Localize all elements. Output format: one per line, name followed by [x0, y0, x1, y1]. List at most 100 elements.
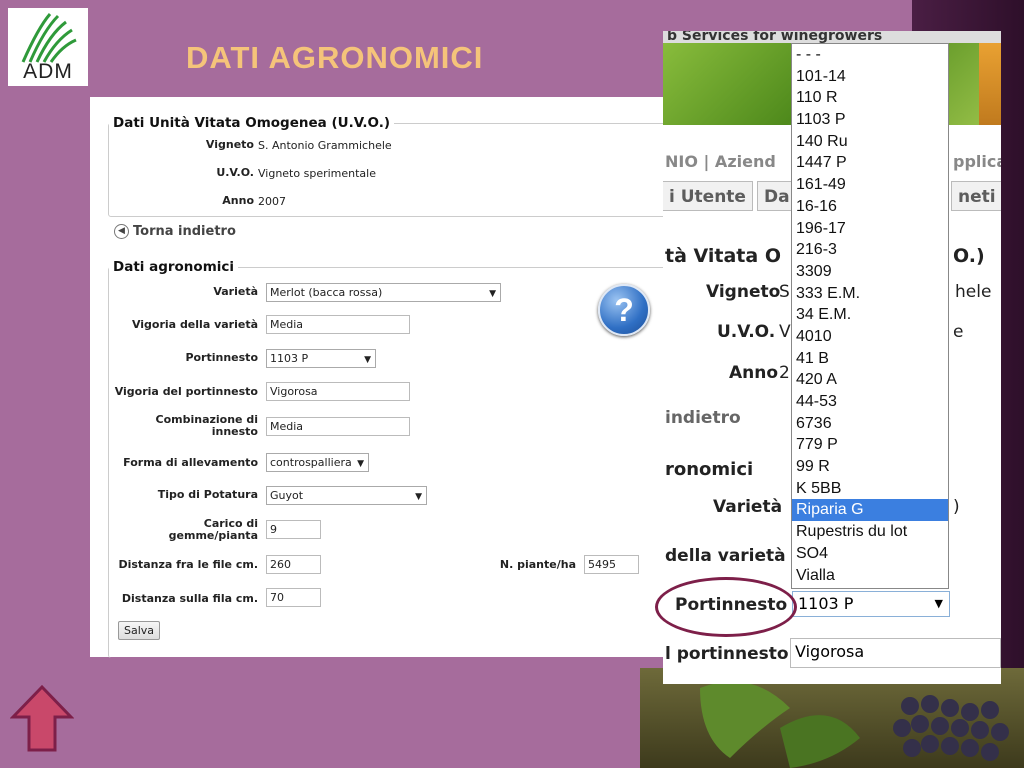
highlight-ellipse: [655, 577, 797, 637]
distanza-file-field[interactable]: 260: [266, 555, 321, 574]
vigoria-varieta-field[interactable]: Media: [266, 315, 410, 334]
dropdown-option[interactable]: 4010: [792, 326, 948, 348]
uvo-legend: Dati Unità Vitata Omogenea (U.V.O.): [113, 115, 391, 131]
tab-vigneti[interactable]: neti: [951, 181, 1001, 211]
vigoria-portinnesto-field[interactable]: Vigorosa: [266, 382, 410, 401]
zoom-varieta-value-right: ): [953, 497, 960, 517]
dropdown-option[interactable]: 34 E.M.: [792, 304, 948, 326]
vigneto-label: Vigneto: [205, 138, 254, 151]
zoom-heading-right: O.): [953, 245, 985, 267]
leaf-icon: [21, 13, 77, 63]
dropdown-option[interactable]: Riparia G: [792, 499, 948, 522]
zoom-vigoria-port-field[interactable]: Vigorosa: [790, 638, 1001, 668]
back-arrow-icon: ◀: [114, 224, 129, 239]
zoom-back-link[interactable]: indietro: [665, 408, 741, 428]
dropdown-option[interactable]: 420 A: [792, 369, 948, 391]
portinnesto-dropdown-list[interactable]: - - -101-14 110 R 1103 P 140 Ru 1447 P 161-49…: [791, 43, 949, 589]
help-icon[interactable]: ?: [598, 284, 650, 336]
zoom-portinnesto-select[interactable]: 1103 P ▼: [792, 591, 950, 617]
adm-logo: ADM: [8, 8, 88, 86]
dropdown-option[interactable]: 101-14: [792, 66, 948, 88]
potatura-select[interactable]: Guyot ▼: [266, 486, 427, 505]
nav-bar: NIO | Aziend: [665, 152, 776, 171]
dropdown-option[interactable]: SO4: [792, 543, 948, 565]
piante-label: N. piante/ha: [499, 558, 576, 571]
varieta-select-value: Merlot (bacca rossa): [270, 286, 383, 299]
combinazione-field[interactable]: Media: [266, 417, 410, 436]
chevron-down-icon: ▼: [489, 289, 496, 299]
dropdown-option[interactable]: 779 P: [792, 434, 948, 456]
portinnesto-select-value: 1103 P: [270, 352, 309, 365]
potatura-label: Tipo di Potatura: [157, 488, 258, 501]
uvo-value: Vigneto sperimentale: [258, 167, 376, 180]
back-link[interactable]: ◀ Torna indietro: [114, 224, 236, 239]
piante-field[interactable]: 5495: [584, 555, 639, 574]
banner-text: b Services for winegrowers: [663, 31, 1001, 43]
zoom-varieta-label: Varietà: [713, 497, 783, 517]
nav-text-right[interactable]: pplica: [953, 152, 1001, 171]
zoom-vigoria-label: della varietà: [665, 546, 786, 566]
zoom-section-title: ronomici: [665, 459, 754, 480]
dropdown-option[interactable]: 41 B: [792, 348, 948, 370]
distanza-file-label: Distanza fra le file cm.: [118, 558, 258, 571]
dropdown-option[interactable]: 140 Ru: [792, 131, 948, 153]
dropdown-option[interactable]: 1103 P: [792, 109, 948, 131]
back-link-label: Torna indietro: [133, 224, 236, 239]
forma-select-value: controspalliera: [270, 456, 352, 469]
banner-leaf: [979, 43, 1001, 125]
dropdown-option[interactable]: 333 E.M.: [792, 283, 948, 305]
dropdown-option[interactable]: Rupestris du lot: [792, 521, 948, 543]
zoom-portinnesto-value: 1103 P: [798, 594, 854, 613]
tab-utente[interactable]: i Utente: [663, 181, 753, 211]
dropdown-option[interactable]: 110 R: [792, 87, 948, 109]
zoom-anno-label: Anno: [729, 363, 779, 383]
vigoria-varieta-label: Vigoria della varietà: [131, 318, 258, 331]
dropdown-option[interactable]: 6736: [792, 413, 948, 435]
carico-label: Carico di gemme/pianta: [168, 517, 258, 542]
distanza-fila-label: Distanza sulla fila cm.: [121, 592, 258, 605]
dropdown-option[interactable]: 44-53: [792, 391, 948, 413]
vigoria-portinnesto-label: Vigoria del portinnesto: [114, 385, 258, 398]
zoom-uvo-value-right: e: [953, 322, 964, 342]
dropdown-option[interactable]: 216-3: [792, 239, 948, 261]
save-button[interactable]: Salva: [118, 621, 161, 640]
zoom-uvo-label: U.V.O.: [717, 322, 776, 342]
forma-select[interactable]: controspalliera ▼: [266, 453, 369, 472]
dropdown-option[interactable]: 3309: [792, 261, 948, 283]
carico-field[interactable]: 9: [266, 520, 321, 539]
dropdown-option[interactable]: 1447 P: [792, 152, 948, 174]
anno-label: Anno: [222, 194, 254, 207]
zoom-vigneto-label: Vigneto: [706, 282, 781, 302]
portinnesto-select[interactable]: 1103 P ▼: [266, 349, 376, 368]
varieta-select[interactable]: Merlot (bacca rossa) ▼: [266, 283, 501, 302]
dropdown-option[interactable]: 196-17: [792, 218, 948, 240]
dropdown-option[interactable]: K 5BB: [792, 478, 948, 500]
nav-text[interactable]: NIO | Aziend: [665, 152, 776, 171]
zoom-uvo-value: V: [779, 322, 791, 342]
zoom-heading: tà Vitata O: [665, 245, 781, 267]
up-arrow-icon[interactable]: [10, 684, 74, 754]
chevron-down-icon: ▼: [357, 459, 364, 469]
portinnesto-label: Portinnesto: [185, 351, 258, 364]
dropdown-option[interactable]: 99 R: [792, 456, 948, 478]
anno-value: 2007: [258, 195, 286, 208]
form-screenshot: Dati Unità Vitata Omogenea (U.V.O.) Vign…: [90, 97, 667, 658]
dropdown-option[interactable]: Vialla: [792, 565, 948, 587]
distanza-fila-field[interactable]: 70: [266, 588, 321, 607]
zoom-vigneto-value-right: hele: [955, 282, 992, 302]
dropdown-option[interactable]: 161-49: [792, 174, 948, 196]
zoom-anno-value: 2: [779, 363, 790, 383]
forma-label: Forma di allevamento: [123, 456, 258, 469]
agro-legend: Dati agronomici: [113, 259, 235, 275]
dropdown-option[interactable]: 16-16: [792, 196, 948, 218]
chevron-down-icon: ▼: [364, 355, 371, 365]
logo-text: ADM: [23, 60, 73, 83]
potatura-select-value: Guyot: [270, 489, 304, 502]
combinazione-label: Combinazione di innesto: [155, 413, 259, 438]
chevron-down-icon: ▼: [415, 492, 422, 502]
zoom-vigneto-value: S: [779, 282, 790, 302]
varieta-label: Varietà: [213, 285, 258, 298]
slide-title: DATI AGRONOMICI: [186, 40, 484, 75]
zoom-vigoria-port-label: l portinnesto: [665, 644, 789, 664]
dropdown-option[interactable]: - - -: [792, 44, 948, 66]
